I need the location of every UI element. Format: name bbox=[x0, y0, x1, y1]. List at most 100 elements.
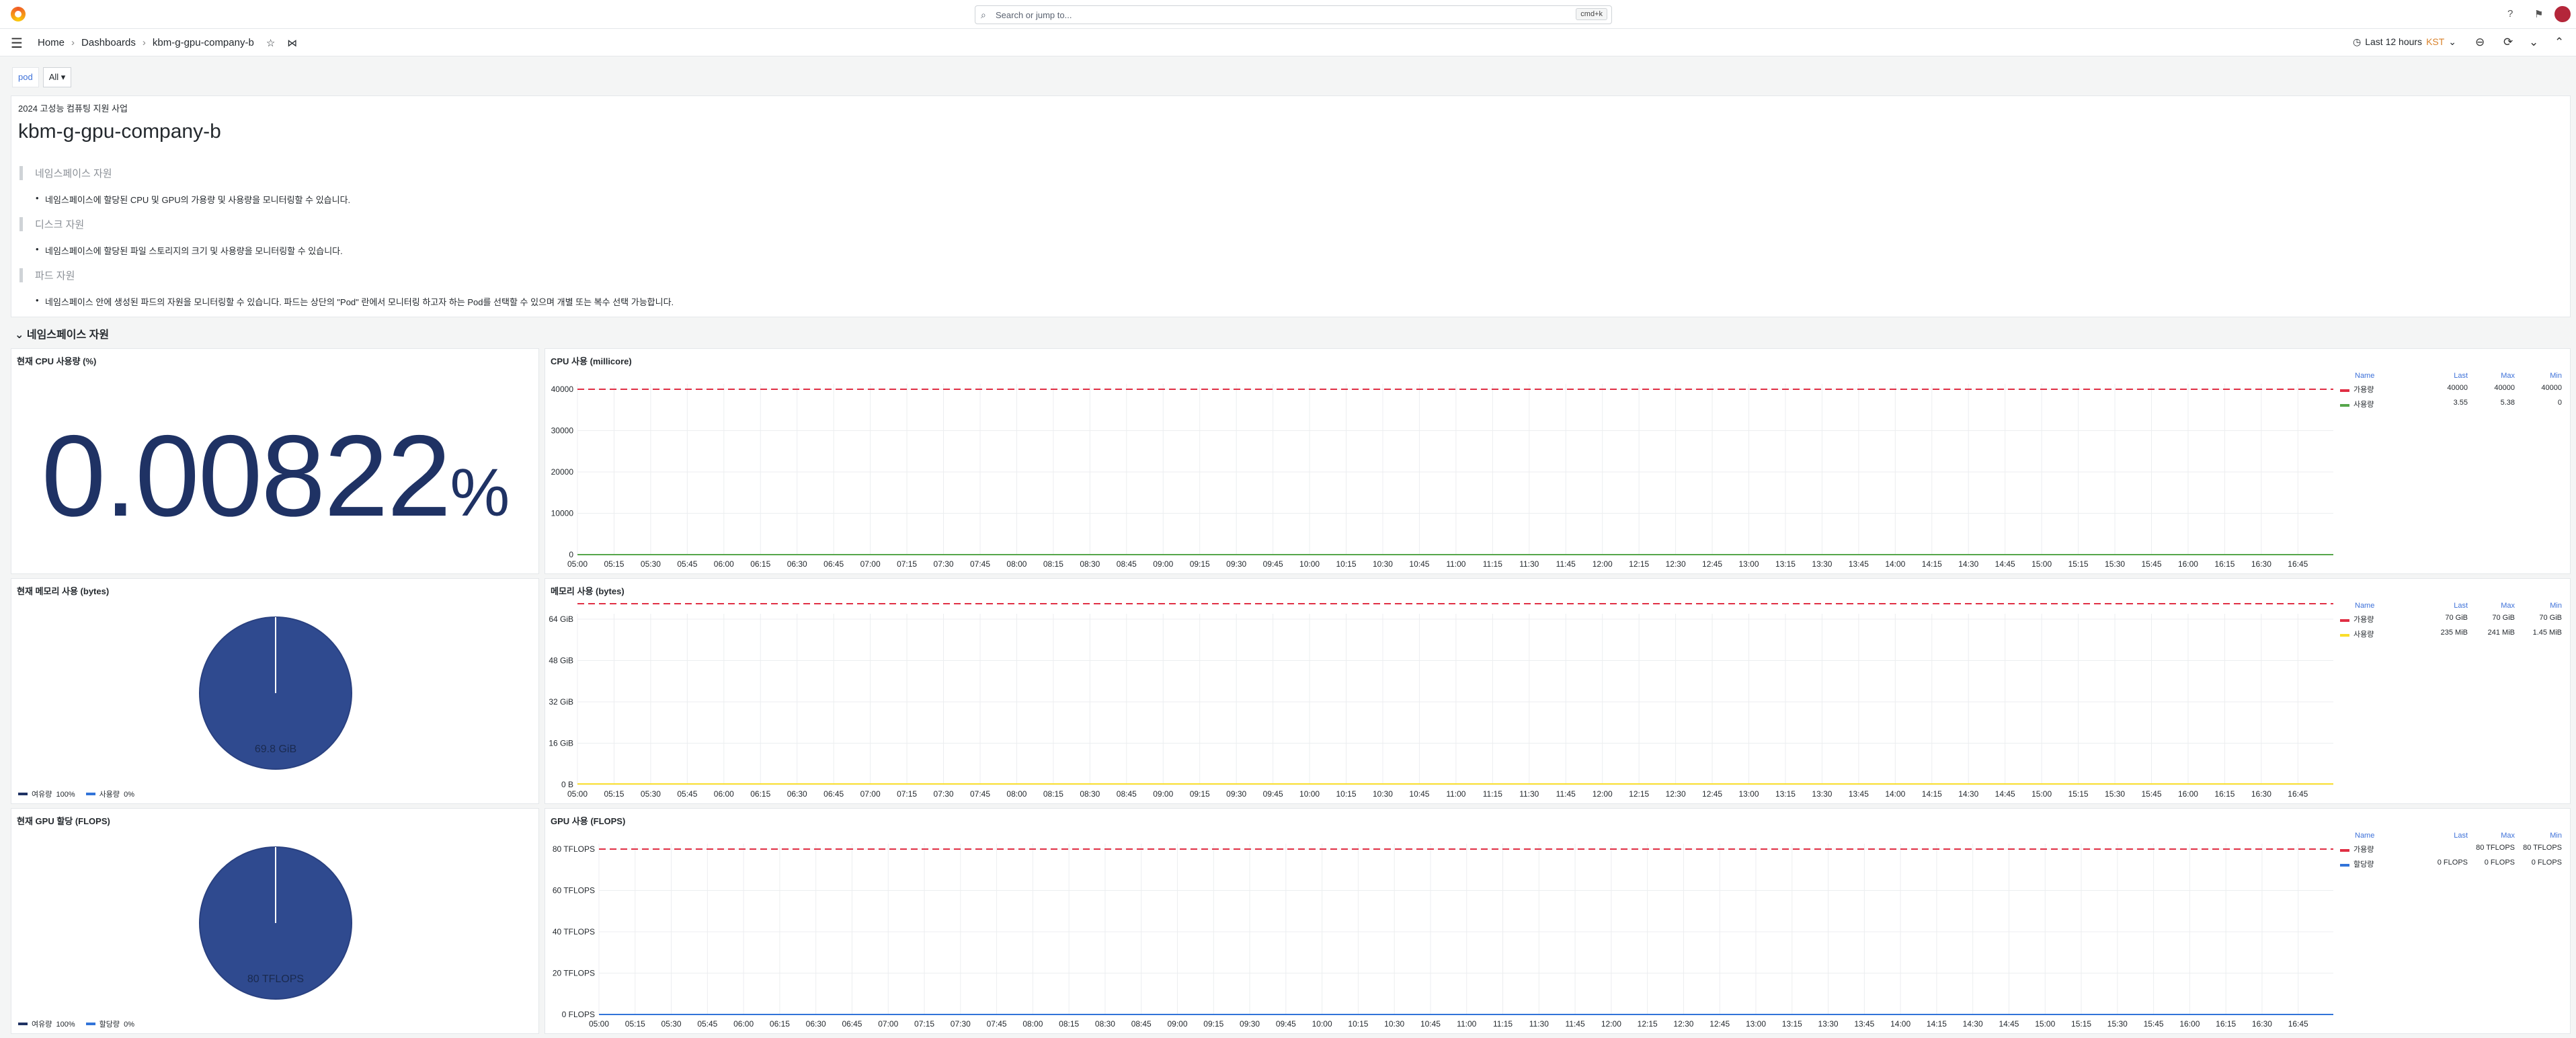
x-tick-label: 07:15 bbox=[897, 789, 917, 799]
search-shortcut: cmd+k bbox=[1576, 8, 1607, 20]
x-tick-label: 13:30 bbox=[1812, 559, 1832, 569]
legend-last: 70 GiB bbox=[2445, 614, 2468, 622]
section-heading: 디스크 자원 bbox=[19, 217, 84, 231]
x-tick-label: 08:45 bbox=[1131, 1019, 1152, 1029]
legend-swatch bbox=[18, 793, 28, 795]
x-tick-label: 15:30 bbox=[2105, 559, 2125, 569]
x-tick-label: 11:00 bbox=[1446, 559, 1465, 569]
legend-col-max[interactable]: Max bbox=[2468, 602, 2515, 610]
legend-last: 40000 bbox=[2447, 384, 2468, 392]
variable-select[interactable]: All ▾ bbox=[42, 67, 72, 87]
help-icon[interactable]: ? bbox=[2507, 8, 2513, 19]
legend-col-max[interactable]: Max bbox=[2468, 832, 2515, 840]
x-tick-label: 10:45 bbox=[1409, 559, 1429, 569]
legend-col-name[interactable]: Name bbox=[2340, 832, 2421, 840]
x-tick-label: 08:30 bbox=[1095, 1019, 1115, 1029]
y-tick-label: 20000 bbox=[551, 467, 574, 477]
legend-col-min[interactable]: Min bbox=[2515, 602, 2562, 610]
legend-row[interactable]: 가용량 80 TFLOPS 80 TFLOPS bbox=[2340, 844, 2562, 854]
x-tick-label: 06:00 bbox=[714, 789, 734, 799]
legend-col-last[interactable]: Last bbox=[2421, 372, 2468, 380]
x-tick-label: 05:30 bbox=[641, 789, 661, 799]
legend-col-min[interactable]: Min bbox=[2515, 832, 2562, 840]
x-tick-label: 08:00 bbox=[1006, 559, 1027, 569]
grafana-logo-icon[interactable] bbox=[11, 7, 26, 22]
x-tick-label: 05:15 bbox=[625, 1019, 645, 1029]
legend-row[interactable]: 사용량 3.55 5.38 0 bbox=[2340, 399, 2562, 409]
stat-value: 0.00822% bbox=[11, 409, 538, 543]
legend-row[interactable]: 가용량 40000 40000 40000 bbox=[2340, 384, 2562, 395]
star-icon[interactable]: ☆ bbox=[266, 37, 275, 49]
breadcrumb-home[interactable]: Home bbox=[38, 37, 65, 49]
section-bullet: 네임스페이스 안에 생성된 파드의 자원을 모니터링할 수 있습니다. 파드는 … bbox=[36, 295, 674, 308]
legend-swatch bbox=[2340, 849, 2349, 852]
refresh-icon[interactable]: ⟳ bbox=[2503, 36, 2513, 49]
legend-min: 0 FLOPS bbox=[2531, 859, 2562, 867]
legend-header: Name Last Max Min bbox=[2340, 832, 2562, 840]
x-tick-label: 16:30 bbox=[2251, 559, 2271, 569]
legend-col-min[interactable]: Min bbox=[2515, 372, 2562, 380]
refresh-interval-icon[interactable]: ⌄ bbox=[2529, 36, 2538, 49]
legend-col-max[interactable]: Max bbox=[2468, 372, 2515, 380]
x-tick-label: 13:45 bbox=[1854, 1019, 1874, 1029]
collapse-icon[interactable]: ⌃ bbox=[2554, 36, 2564, 49]
search-input[interactable]: ⌕ Search or jump to... cmd+k bbox=[975, 5, 1612, 24]
text-panel: 2024 고성능 컴퓨팅 지원 사업 kbm-g-gpu-company-b 네… bbox=[11, 95, 2571, 317]
timeseries-chart: 05:00 05:15 05:30 05:45 06:00 06:15 06:30 06:45… bbox=[549, 602, 2333, 799]
x-tick-label: 16:00 bbox=[2179, 1019, 2200, 1029]
time-picker[interactable]: ◷ Last 12 hours KST ⌄ bbox=[2353, 36, 2456, 48]
legend-name: 사용량 bbox=[2340, 629, 2421, 639]
x-tick-label: 12:45 bbox=[1702, 789, 1722, 799]
news-icon[interactable]: ⚑ bbox=[2534, 8, 2543, 20]
x-tick-label: 05:45 bbox=[677, 789, 697, 799]
x-tick-label: 13:00 bbox=[1746, 1019, 1766, 1029]
legend-item[interactable]: 사용량 0% bbox=[85, 789, 134, 799]
x-tick-label: 14:45 bbox=[1995, 559, 2015, 569]
legend-col-name[interactable]: Name bbox=[2340, 602, 2421, 610]
pie-chart: 69.8 GiB bbox=[199, 616, 352, 770]
x-tick-label: 05:15 bbox=[604, 789, 624, 799]
legend-item[interactable]: 여유량 100% bbox=[18, 1019, 75, 1029]
x-tick-label: 11:30 bbox=[1519, 789, 1539, 799]
chevron-down-icon: ⌄ bbox=[2448, 36, 2457, 47]
y-tick-label: 64 GiB bbox=[549, 614, 573, 624]
legend-col-name[interactable]: Name bbox=[2340, 372, 2421, 380]
legend-min: 1.45 MiB bbox=[2532, 629, 2562, 637]
x-tick-label: 14:30 bbox=[1958, 559, 1978, 569]
y-tick-label: 16 GiB bbox=[549, 739, 573, 748]
time-range: Last 12 hours bbox=[2365, 36, 2423, 47]
share-icon[interactable]: ⋈ bbox=[287, 37, 297, 49]
x-tick-label: 16:45 bbox=[2288, 789, 2308, 799]
x-tick-label: 15:45 bbox=[2144, 1019, 2164, 1029]
x-tick-label: 05:15 bbox=[604, 559, 624, 569]
x-tick-label: 05:45 bbox=[697, 1019, 717, 1029]
x-tick-label: 07:00 bbox=[860, 559, 881, 569]
legend-min: 40000 bbox=[2541, 384, 2562, 392]
timezone: KST bbox=[2426, 36, 2445, 47]
legend-item[interactable]: 할당량 0% bbox=[85, 1019, 134, 1029]
legend-min: 0 bbox=[2557, 399, 2562, 407]
legend-row[interactable]: 할당량 0 FLOPS 0 FLOPS 0 FLOPS bbox=[2340, 859, 2562, 869]
y-tick-label: 40 TFLOPS bbox=[553, 927, 595, 936]
row-header[interactable]: ⌄ 네임스페이스 자원 bbox=[15, 325, 109, 342]
legend-row[interactable]: 가용량 70 GiB 70 GiB 70 GiB bbox=[2340, 614, 2562, 625]
legend-name: 사용량 bbox=[2340, 399, 2421, 409]
memory-pie-panel: 현재 메모리 사용 (bytes) 69.8 GiB 여유량 100% 사용량 0% bbox=[11, 578, 539, 804]
menu-icon[interactable]: ☰ bbox=[11, 35, 23, 52]
x-tick-label: 16:15 bbox=[2214, 559, 2235, 569]
legend-item[interactable]: 여유량 100% bbox=[18, 789, 75, 799]
x-tick-label: 09:00 bbox=[1153, 789, 1173, 799]
legend-col-last[interactable]: Last bbox=[2421, 832, 2468, 840]
breadcrumb-dashboards[interactable]: Dashboards bbox=[81, 37, 136, 49]
x-tick-label: 07:30 bbox=[934, 559, 954, 569]
avatar[interactable] bbox=[2554, 6, 2571, 22]
x-tick-label: 09:15 bbox=[1190, 559, 1210, 569]
legend-col-last[interactable]: Last bbox=[2421, 602, 2468, 610]
y-tick-label: 32 GiB bbox=[549, 697, 573, 707]
pie-legend: 여유량 100% 사용량 0% bbox=[18, 789, 145, 799]
legend-row[interactable]: 사용량 235 MiB 241 MiB 1.45 MiB bbox=[2340, 629, 2562, 639]
x-tick-label: 16:00 bbox=[2178, 789, 2198, 799]
x-tick-label: 12:15 bbox=[1629, 789, 1649, 799]
zoom-out-icon[interactable]: ⊖ bbox=[2475, 36, 2485, 49]
x-tick-label: 06:30 bbox=[806, 1019, 826, 1029]
